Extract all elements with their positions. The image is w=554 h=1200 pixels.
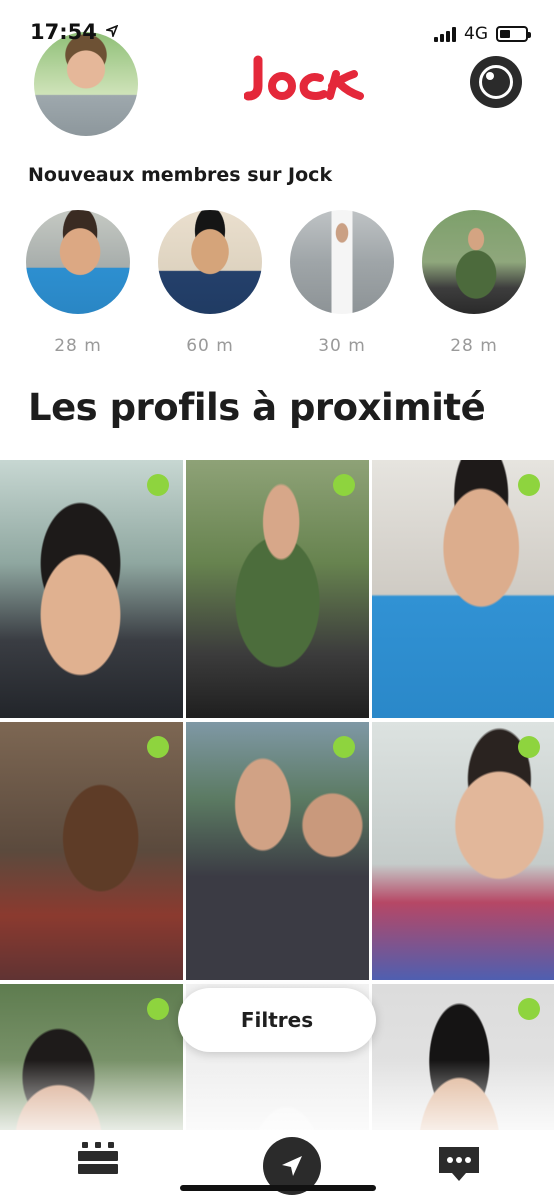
- location-arrow-icon: [282, 1156, 302, 1176]
- new-members-carousel[interactable]: 28 m 60 m 30 m 28 m: [26, 210, 554, 360]
- online-indicator: [518, 998, 540, 1020]
- new-members-title: Nouveaux membres sur Jock: [28, 164, 333, 186]
- home-indicator: [180, 1185, 376, 1191]
- signal-icon: [434, 26, 456, 42]
- battery-icon: [496, 26, 531, 42]
- member-avatar: [158, 210, 262, 314]
- profile-tile[interactable]: [186, 460, 369, 718]
- new-member-card[interactable]: 60 m: [158, 210, 262, 360]
- network-type: 4G: [464, 24, 488, 44]
- new-member-card[interactable]: 30 m: [290, 210, 394, 360]
- member-distance: 30 m: [318, 336, 366, 356]
- member-distance: 60 m: [186, 336, 234, 356]
- profile-tile[interactable]: [186, 722, 369, 980]
- online-indicator: [147, 998, 169, 1020]
- profile-tile[interactable]: [0, 460, 183, 718]
- online-indicator: [147, 474, 169, 496]
- status-bar: 17:54 4G: [0, 0, 554, 60]
- online-indicator: [333, 736, 355, 758]
- grid-fade: [0, 1060, 554, 1140]
- online-indicator: [147, 736, 169, 758]
- member-avatar: [422, 210, 526, 314]
- profile-tile[interactable]: [372, 722, 554, 980]
- camera-icon: [479, 65, 513, 99]
- location-services-icon: [104, 24, 119, 39]
- list-icon[interactable]: [78, 1142, 118, 1186]
- status-indicators: 4G: [434, 24, 531, 44]
- camera-button[interactable]: [470, 56, 522, 108]
- online-indicator: [518, 474, 540, 496]
- new-member-card[interactable]: 28 m: [422, 210, 526, 360]
- chat-bubble-icon[interactable]: [436, 1144, 482, 1184]
- new-member-card[interactable]: 28 m: [26, 210, 130, 360]
- profile-tile[interactable]: [0, 722, 183, 980]
- member-avatar: [26, 210, 130, 314]
- profile-tile[interactable]: [372, 460, 554, 718]
- status-time: 17:54: [30, 20, 119, 44]
- jock-logo: [244, 55, 364, 101]
- member-distance: 28 m: [450, 336, 498, 356]
- filters-button[interactable]: Filtres: [178, 988, 376, 1052]
- online-indicator: [333, 474, 355, 496]
- status-time-text: 17:54: [30, 20, 97, 44]
- nearby-profiles-title: Les profils à proximité: [28, 386, 486, 429]
- online-indicator: [518, 736, 540, 758]
- member-avatar: [290, 210, 394, 314]
- member-distance: 28 m: [54, 336, 102, 356]
